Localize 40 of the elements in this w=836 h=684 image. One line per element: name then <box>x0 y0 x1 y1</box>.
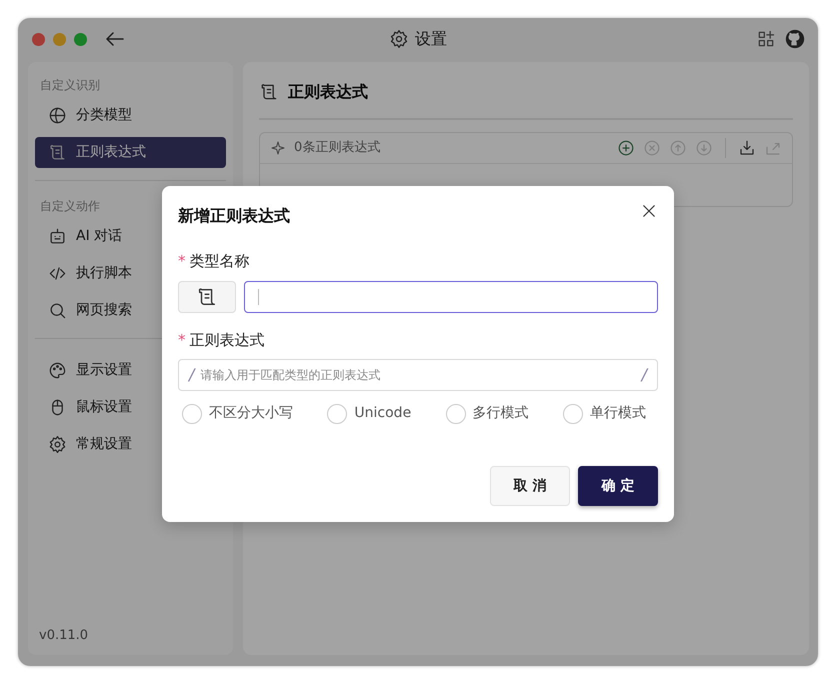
import-icon[interactable] <box>738 139 756 157</box>
window-title: 设置 <box>415 28 447 50</box>
search-icon <box>48 301 67 320</box>
confirm-button[interactable]: 确 定 <box>578 466 658 506</box>
robot-icon <box>48 227 67 246</box>
icon-picker-button[interactable] <box>178 280 236 312</box>
close-button[interactable] <box>640 202 658 220</box>
checkbox-option[interactable]: 多行模式 <box>446 403 529 424</box>
field-label: 正则表达式 <box>190 330 264 350</box>
checkbox-option[interactable]: 单行模式 <box>563 403 646 424</box>
cancel-button[interactable]: 取 消 <box>490 466 570 506</box>
settings-icon <box>389 29 409 49</box>
window-control[interactable] <box>32 32 45 46</box>
sparkle-icon <box>270 140 286 156</box>
section-label: 自定义识别 <box>39 77 101 94</box>
sidebar-item[interactable]: 正则表达式 <box>35 137 226 168</box>
settings-icon <box>48 435 67 454</box>
field-label: 类型名称 <box>190 251 250 272</box>
sidebar-item[interactable]: 常规设置 <box>35 429 226 460</box>
cat-logo-icon[interactable] <box>784 28 806 50</box>
scroll-icon <box>259 82 279 102</box>
apps-icon[interactable] <box>756 29 776 49</box>
scroll-icon <box>196 286 218 308</box>
checkbox-option[interactable]: Unicode <box>327 403 412 424</box>
scroll-icon <box>48 143 67 162</box>
required-mark: * <box>178 330 186 350</box>
sidebar-item[interactable]: 分类模型 <box>35 100 226 131</box>
page-title: 正则表达式 <box>288 81 368 103</box>
add-icon[interactable] <box>617 139 635 157</box>
version-label: v0.11.0 <box>38 626 90 644</box>
text-input[interactable]: 请输入用于匹配类型的正则表达式 <box>194 366 642 384</box>
required-mark: * <box>178 251 186 272</box>
palette-icon <box>48 361 67 380</box>
input-field[interactable] <box>244 280 658 312</box>
sidebar-item[interactable]: 网页搜索 <box>35 295 226 326</box>
dialog-title: 新增正则表达式 <box>178 205 290 227</box>
rule-count: 0条正则表达式 <box>294 139 380 158</box>
globe-icon <box>48 106 67 125</box>
section-label: 自定义动作 <box>39 198 101 215</box>
checkbox-option[interactable]: 不区分大小写 <box>182 403 293 424</box>
